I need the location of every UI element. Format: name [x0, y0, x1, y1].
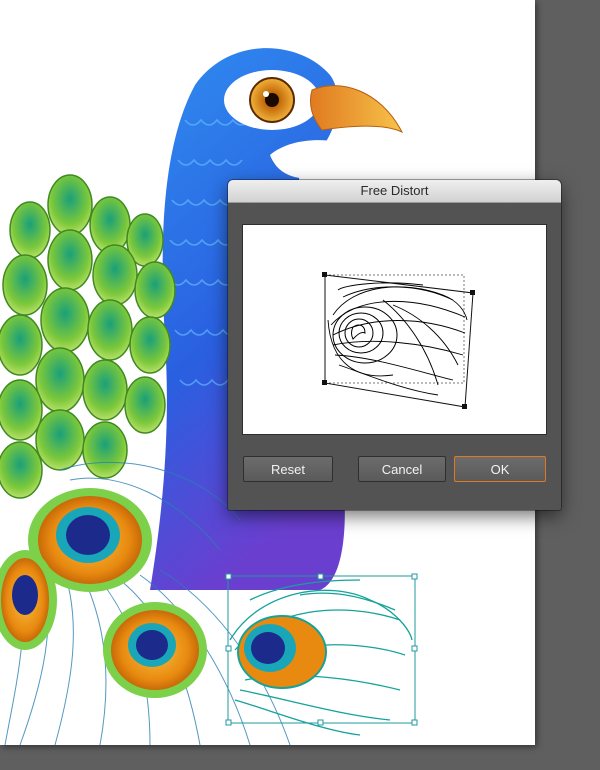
- ocellus-3: [103, 602, 207, 698]
- feather-wireframe-icon: [322, 272, 475, 409]
- dialog-title: Free Distort: [360, 183, 429, 198]
- ok-button[interactable]: OK: [454, 456, 546, 482]
- green-feathers: [0, 174, 176, 499]
- beak: [309, 85, 404, 134]
- free-distort-dialog[interactable]: Free Distort Reset Cancel OK: [228, 180, 561, 510]
- white-cheek: [270, 140, 380, 179]
- reset-button[interactable]: Reset: [243, 456, 333, 482]
- dialog-titlebar[interactable]: Free Distort: [228, 180, 561, 203]
- cancel-button[interactable]: Cancel: [358, 456, 446, 482]
- distort-preview[interactable]: [242, 224, 547, 435]
